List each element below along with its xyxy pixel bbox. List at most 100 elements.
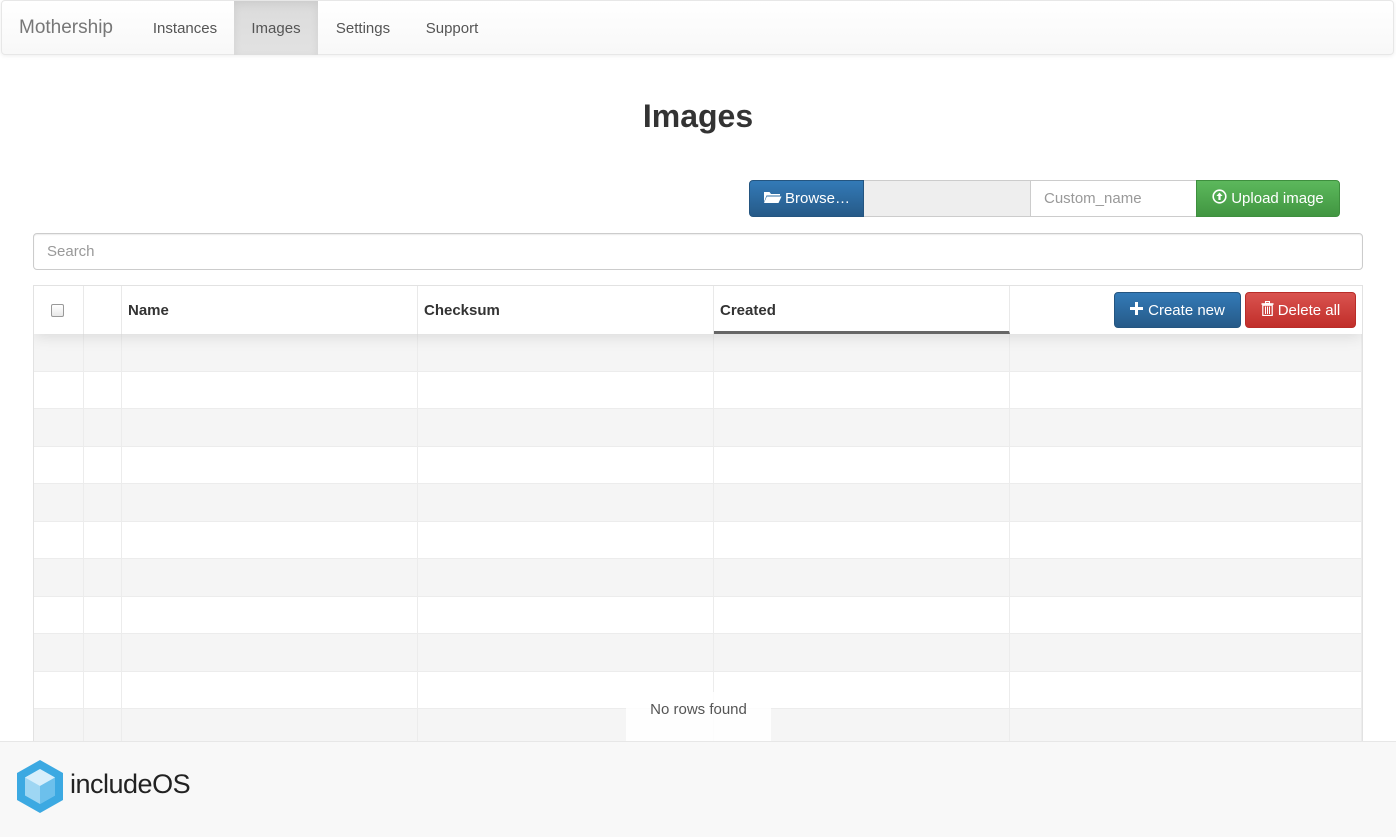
table-cell bbox=[84, 559, 122, 596]
table-cell bbox=[84, 371, 122, 408]
table-cell bbox=[418, 521, 714, 558]
empty-table-row bbox=[34, 484, 1362, 522]
table-cell bbox=[1010, 596, 1362, 633]
table-cell bbox=[122, 371, 418, 408]
nav-item-instances[interactable]: Instances bbox=[135, 1, 235, 55]
table-cell bbox=[84, 334, 122, 371]
nav-item-images[interactable]: Images bbox=[234, 1, 318, 55]
select-all-column bbox=[34, 286, 84, 334]
table-header: Name Checksum Created Create new Delete … bbox=[34, 286, 1362, 334]
custom-name-input[interactable] bbox=[1031, 180, 1197, 217]
brand-link[interactable]: Mothership bbox=[19, 17, 113, 39]
browse-button[interactable]: Browse… bbox=[749, 180, 864, 217]
empty-table-row bbox=[34, 334, 1362, 372]
table-cell bbox=[418, 371, 714, 408]
delete-all-label: Delete all bbox=[1277, 301, 1341, 319]
table-cell bbox=[84, 671, 122, 708]
table-cell bbox=[418, 559, 714, 596]
table-cell bbox=[122, 596, 418, 633]
select-all-checkbox[interactable] bbox=[51, 304, 64, 317]
plus-icon bbox=[1130, 301, 1144, 319]
table-cell bbox=[122, 446, 418, 483]
create-new-label: Create new bbox=[1148, 301, 1225, 319]
table-cell bbox=[714, 446, 1010, 483]
table-cell bbox=[34, 671, 84, 708]
upload-image-label: Upload image bbox=[1231, 190, 1324, 207]
upload-image-button[interactable]: Upload image bbox=[1196, 180, 1340, 217]
table-cell bbox=[714, 559, 1010, 596]
empty-table-row bbox=[34, 371, 1362, 409]
table-body bbox=[34, 334, 1362, 747]
empty-table-row bbox=[34, 596, 1362, 634]
table-cell bbox=[84, 596, 122, 633]
table-cell bbox=[34, 521, 84, 558]
table-cell bbox=[1010, 671, 1362, 708]
browse-button-label: Browse… bbox=[784, 190, 851, 207]
table-cell bbox=[122, 409, 418, 446]
table-cell bbox=[714, 521, 1010, 558]
expand-column-header bbox=[84, 286, 122, 334]
table-cell bbox=[1010, 409, 1362, 446]
table-cell bbox=[122, 521, 418, 558]
navbar: Mothership Instances Images Settings Sup… bbox=[1, 0, 1394, 55]
table-cell bbox=[714, 484, 1010, 521]
column-header-name[interactable]: Name bbox=[122, 286, 418, 334]
table-cell bbox=[34, 334, 84, 371]
table-cell bbox=[34, 634, 84, 671]
table-cell bbox=[418, 484, 714, 521]
table-cell bbox=[418, 596, 714, 633]
page-title: Images bbox=[642, 98, 754, 134]
nav-item-settings[interactable]: Settings bbox=[318, 1, 408, 55]
table-cell bbox=[418, 634, 714, 671]
table-cell bbox=[1010, 634, 1362, 671]
table-cell bbox=[34, 596, 84, 633]
table-cell bbox=[34, 484, 84, 521]
table-cell bbox=[122, 484, 418, 521]
nav-item-support[interactable]: Support bbox=[407, 1, 497, 55]
upload-circle-icon bbox=[1212, 189, 1227, 208]
trash-icon bbox=[1261, 300, 1274, 320]
table-cell bbox=[1010, 446, 1362, 483]
table-cell bbox=[714, 409, 1010, 446]
empty-table-row bbox=[34, 446, 1362, 484]
table-cell bbox=[122, 634, 418, 671]
create-new-button[interactable]: Create new bbox=[1114, 292, 1241, 328]
table-cell bbox=[84, 634, 122, 671]
selected-file-display bbox=[864, 180, 1031, 217]
column-header-checksum[interactable]: Checksum bbox=[418, 286, 714, 334]
table-cell bbox=[84, 409, 122, 446]
delete-all-button[interactable]: Delete all bbox=[1245, 292, 1356, 328]
table-cell bbox=[84, 446, 122, 483]
search-input[interactable] bbox=[33, 233, 1363, 270]
table-cell bbox=[1010, 521, 1362, 558]
images-table: Name Checksum Created Create new Delete … bbox=[33, 285, 1363, 755]
table-cell bbox=[122, 334, 418, 371]
table-cell bbox=[714, 596, 1010, 633]
empty-table-row bbox=[34, 521, 1362, 559]
empty-table-row bbox=[34, 409, 1362, 447]
table-cell bbox=[418, 446, 714, 483]
table-cell bbox=[84, 521, 122, 558]
empty-table-row bbox=[34, 559, 1362, 597]
table-cell bbox=[1010, 559, 1362, 596]
table-cell bbox=[418, 409, 714, 446]
logo-text-suffix: OS bbox=[152, 769, 191, 799]
empty-table-row bbox=[34, 634, 1362, 672]
table-cell bbox=[34, 446, 84, 483]
table-cell bbox=[34, 559, 84, 596]
table-cell bbox=[84, 484, 122, 521]
table-cell bbox=[1010, 484, 1362, 521]
table-cell bbox=[418, 334, 714, 371]
table-cell bbox=[714, 371, 1010, 408]
footer: includeOS bbox=[0, 741, 1396, 837]
column-header-created[interactable]: Created bbox=[714, 286, 1010, 334]
table-cell bbox=[122, 559, 418, 596]
table-cell bbox=[34, 409, 84, 446]
folder-open-icon bbox=[763, 190, 782, 208]
logo-text-main: include bbox=[70, 769, 153, 799]
table-cell bbox=[714, 634, 1010, 671]
table-cell bbox=[1010, 334, 1362, 371]
table-cell bbox=[1010, 371, 1362, 408]
table-cell bbox=[122, 671, 418, 708]
table-cell bbox=[34, 371, 84, 408]
